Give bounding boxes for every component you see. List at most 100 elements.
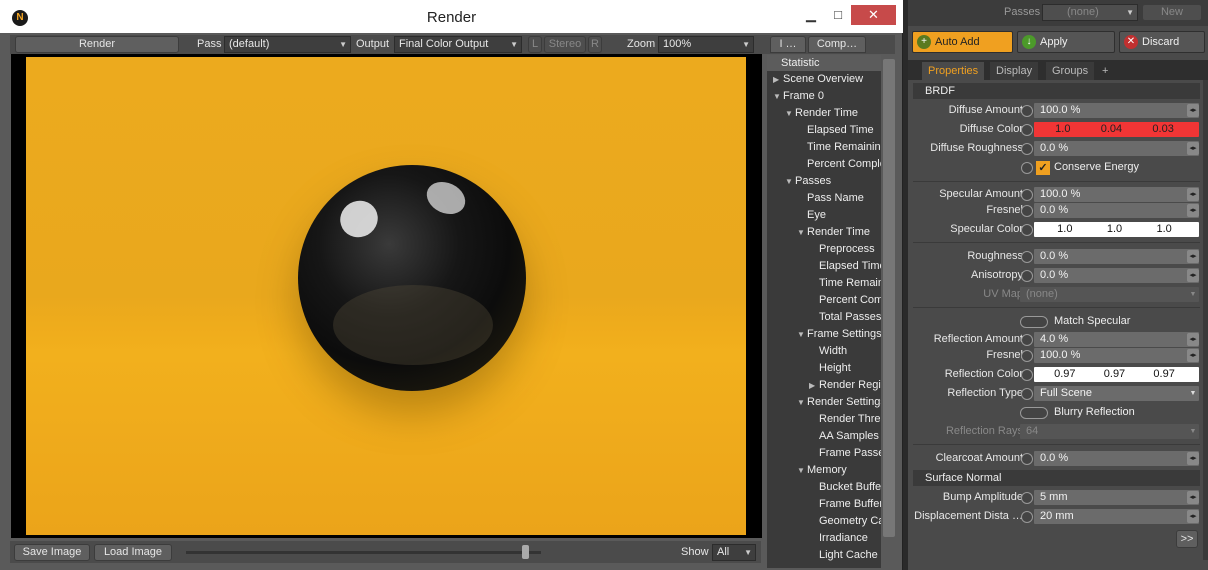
show-select[interactable]: All ▼ bbox=[712, 544, 756, 561]
stats-tree-item[interactable]: Render Threads bbox=[767, 411, 881, 428]
stats-tree-item[interactable]: Height bbox=[767, 360, 881, 377]
animate-icon[interactable] bbox=[1021, 453, 1033, 465]
stats-tree-item[interactable]: Percent Complete bbox=[767, 292, 881, 309]
stats-tree-item[interactable]: Pass Name bbox=[767, 190, 881, 207]
expand-down-icon[interactable]: ▼ bbox=[797, 394, 807, 411]
stats-tree-item[interactable]: ▼ Frame Settings bbox=[767, 326, 881, 343]
diffuse-color-field[interactable]: 1.0 0.04 0.03 bbox=[1034, 122, 1199, 137]
stats-tree-item[interactable]: ▶Render Region bbox=[767, 377, 881, 394]
section-brdf[interactable]: BRDF bbox=[913, 83, 1200, 99]
stats-tree-item[interactable]: Elapsed Time bbox=[767, 258, 881, 275]
animate-icon[interactable] bbox=[1021, 189, 1033, 201]
stats-tree-item[interactable]: Irradiance bbox=[767, 530, 881, 547]
stats-tree-item[interactable]: ▶ Scene Overview bbox=[767, 71, 881, 88]
stats-tree-item[interactable]: Total Passes bbox=[767, 309, 881, 326]
tab-comp[interactable]: Comp… bbox=[808, 36, 866, 53]
animate-icon[interactable] bbox=[1021, 511, 1033, 523]
stats-tree-item[interactable]: AA Samples bbox=[767, 428, 881, 445]
tab-display[interactable]: Display bbox=[990, 62, 1039, 80]
maximize-button[interactable]: □ bbox=[825, 5, 851, 25]
animate-icon[interactable] bbox=[1021, 224, 1033, 236]
close-button[interactable]: ✕ bbox=[851, 5, 896, 25]
animate-icon[interactable] bbox=[1021, 105, 1033, 117]
timeline-slider[interactable] bbox=[186, 551, 541, 554]
animate-icon[interactable] bbox=[1021, 350, 1033, 362]
animate-icon[interactable] bbox=[1021, 270, 1033, 282]
stats-tree-item[interactable]: Width bbox=[767, 343, 881, 360]
stereo-right-button[interactable]: R bbox=[588, 36, 602, 53]
stats-tree-item[interactable]: Preprocess bbox=[767, 241, 881, 258]
stats-tree-item[interactable]: ▼ Render Time bbox=[767, 105, 881, 122]
animate-icon[interactable] bbox=[1021, 205, 1033, 217]
animate-icon[interactable] bbox=[1021, 334, 1033, 346]
animate-icon[interactable] bbox=[1021, 388, 1033, 400]
auto-add-button[interactable]: + Auto Add bbox=[912, 31, 1013, 53]
load-image-button[interactable]: Load Image bbox=[94, 544, 172, 561]
tab-info[interactable]: I … bbox=[770, 36, 806, 53]
reflection-color-field[interactable]: 0.97 0.97 0.97 bbox=[1034, 367, 1199, 382]
reflection-type-select[interactable]: Full Scene ▼ bbox=[1034, 386, 1199, 401]
stats-tree-item[interactable]: ▼ Passes bbox=[767, 173, 881, 190]
bump-amplitude-field[interactable]: 5 mm ◂▸ bbox=[1034, 490, 1199, 505]
reflection-rays-field[interactable]: 64 ▼ bbox=[1020, 424, 1199, 439]
roughness-field[interactable]: 0.0 % ◂▸ bbox=[1034, 249, 1199, 264]
stats-tree-item[interactable]: ▼ Memory bbox=[767, 462, 881, 479]
pass-select[interactable]: (default) ▼ bbox=[224, 36, 351, 53]
animate-icon[interactable] bbox=[1021, 162, 1033, 174]
save-image-button[interactable]: Save Image bbox=[14, 544, 90, 561]
tab-properties[interactable]: Properties bbox=[922, 62, 985, 80]
zoom-select[interactable]: 100% ▼ bbox=[658, 36, 754, 53]
tab-groups[interactable]: Groups bbox=[1046, 62, 1095, 80]
expand-down-icon[interactable]: ▼ bbox=[797, 462, 807, 479]
displacement-distance-field[interactable]: 20 mm ◂▸ bbox=[1034, 509, 1199, 524]
render-button[interactable]: Render bbox=[15, 36, 179, 53]
stats-tree-item[interactable]: Frame Passes bbox=[767, 445, 881, 462]
slider-handle[interactable] bbox=[522, 545, 529, 559]
expand-right-icon[interactable]: ▶ bbox=[809, 377, 819, 394]
passes-select[interactable]: (none) ▼ bbox=[1042, 4, 1138, 21]
stats-tree-item[interactable]: Bucket Buffers bbox=[767, 479, 881, 496]
output-select[interactable]: Final Color Output ▼ bbox=[394, 36, 522, 53]
new-pass-button[interactable]: New bbox=[1142, 4, 1202, 21]
stats-tree-item[interactable]: Light Cache bbox=[767, 547, 881, 564]
add-tab-button[interactable]: + bbox=[1096, 62, 1114, 80]
diffuse-amount-field[interactable]: 100.0 % ◂▸ bbox=[1034, 103, 1199, 118]
stats-scrollbar[interactable] bbox=[881, 55, 897, 568]
animate-icon[interactable] bbox=[1021, 492, 1033, 504]
blurry-reflection-toggle[interactable] bbox=[1020, 407, 1048, 419]
animate-icon[interactable] bbox=[1021, 143, 1033, 155]
anisotropy-field[interactable]: 0.0 % ◂▸ bbox=[1034, 268, 1199, 283]
reflection-fresnel-field[interactable]: 100.0 % ◂▸ bbox=[1034, 348, 1199, 363]
clearcoat-amount-field[interactable]: 0.0 % ◂▸ bbox=[1034, 451, 1199, 466]
expand-right-icon[interactable]: ▶ bbox=[773, 71, 783, 88]
animate-icon[interactable] bbox=[1021, 124, 1033, 136]
reflection-amount-field[interactable]: 4.0 % ◂▸ bbox=[1034, 332, 1199, 347]
stereo-button[interactable]: Stereo bbox=[544, 36, 586, 53]
properties-scrollbar[interactable] bbox=[1203, 80, 1208, 560]
specular-color-field[interactable]: 1.0 1.0 1.0 bbox=[1034, 222, 1199, 237]
expand-down-icon[interactable]: ▼ bbox=[797, 224, 807, 241]
section-surface-normal[interactable]: Surface Normal bbox=[913, 470, 1200, 486]
diffuse-roughness-field[interactable]: 0.0 % ◂▸ bbox=[1034, 141, 1199, 156]
stats-tree-item[interactable]: Eye bbox=[767, 207, 881, 224]
uv-map-select[interactable]: (none) ▼ bbox=[1020, 287, 1199, 302]
expand-down-icon[interactable]: ▼ bbox=[785, 105, 795, 122]
specular-fresnel-field[interactable]: 0.0 % ◂▸ bbox=[1034, 203, 1199, 218]
stats-tree-item[interactable]: ▼ Frame 0 bbox=[767, 88, 881, 105]
apply-button[interactable]: ↓ Apply bbox=[1017, 31, 1115, 53]
more-button[interactable]: >> bbox=[1176, 530, 1198, 548]
animate-icon[interactable] bbox=[1021, 369, 1033, 381]
match-specular-toggle[interactable] bbox=[1020, 316, 1048, 328]
discard-button[interactable]: ✕ Discard bbox=[1119, 31, 1205, 53]
render-viewport[interactable] bbox=[11, 54, 762, 538]
specular-amount-field[interactable]: 100.0 % ◂▸ bbox=[1034, 187, 1199, 202]
expand-down-icon[interactable]: ▼ bbox=[785, 173, 795, 190]
stats-tree-item[interactable]: ▼ Render Time bbox=[767, 224, 881, 241]
scrollbar-thumb[interactable] bbox=[883, 59, 895, 537]
stats-tree-item[interactable]: Frame Buffers bbox=[767, 496, 881, 513]
expand-down-icon[interactable]: ▼ bbox=[797, 326, 807, 343]
stats-tree-item[interactable]: Time Remaining bbox=[767, 275, 881, 292]
stereo-left-button[interactable]: L bbox=[528, 36, 542, 53]
conserve-energy-checkbox[interactable]: ✓ bbox=[1036, 161, 1050, 175]
stats-tree-item[interactable]: ▼ Render Settings bbox=[767, 394, 881, 411]
